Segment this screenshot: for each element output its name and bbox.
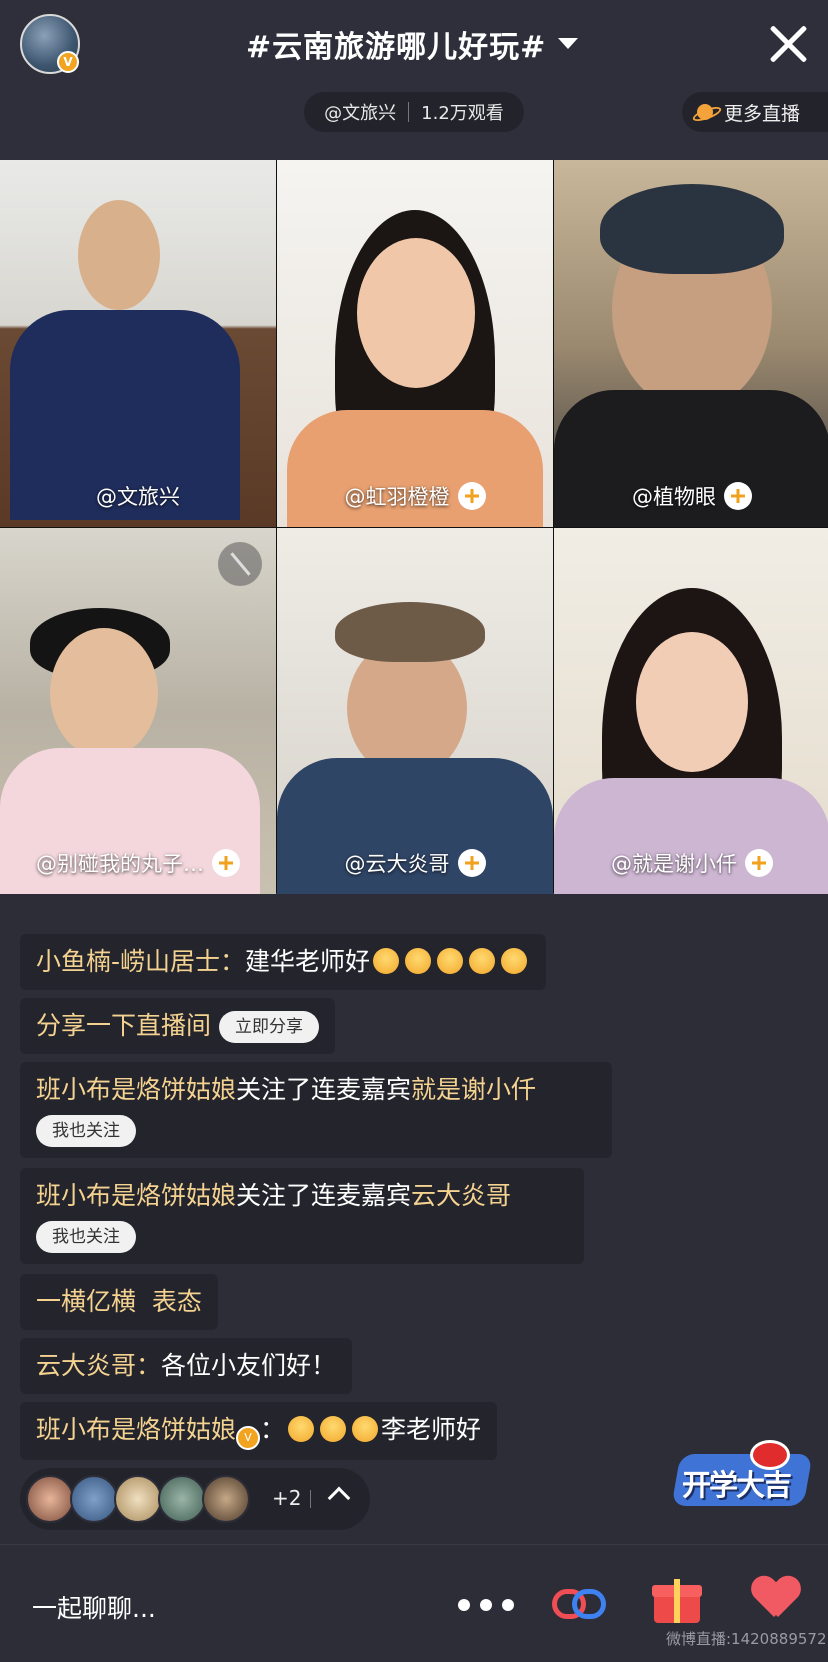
chat-message: 班小布是烙饼姑娘 V： 李老师好 — [20, 1402, 498, 1460]
avatar[interactable] — [70, 1475, 118, 1523]
live-header: V #云南旅游哪儿好玩# @文旅兴 1.2万观看 更多直播 — [0, 0, 828, 160]
viewer-info-pill[interactable]: @文旅兴 1.2万观看 — [304, 92, 524, 132]
chat-target[interactable]: 就是谢小仟 — [411, 1075, 536, 1104]
brand-logo[interactable]: 开学大吉 — [671, 1440, 813, 1514]
gift-icon[interactable] — [652, 1575, 702, 1625]
avatar[interactable] — [158, 1475, 206, 1523]
chat-text: 关注了连麦嘉宾 — [236, 1181, 412, 1210]
participant-label: @虹羽橙橙 — [277, 481, 553, 511]
emoji-icon — [352, 1416, 379, 1442]
chevron-up-icon[interactable] — [327, 1486, 351, 1510]
chat-text: 李老师好 — [381, 1415, 482, 1444]
mic-muted-icon — [218, 542, 262, 586]
follow-plus-icon[interactable] — [724, 482, 752, 510]
participant-label: @文旅兴 — [0, 481, 276, 511]
participant-label: @云大炎哥 — [277, 848, 553, 878]
heart-icon[interactable] — [752, 1577, 800, 1625]
chat-colon: ： — [260, 1415, 286, 1444]
audience-strip[interactable]: +2 — [20, 1468, 370, 1530]
chat-text: 关注了连麦嘉宾 — [236, 1075, 412, 1104]
face — [50, 628, 158, 758]
chat-message: 分享一下直播间 立即分享 — [20, 998, 335, 1054]
chat-text: 建华老师好 — [245, 947, 371, 976]
avatar[interactable] — [114, 1475, 162, 1523]
video-tile-5[interactable]: @云大炎哥 — [277, 528, 553, 894]
live-title[interactable]: #云南旅游哪儿好玩# — [246, 22, 546, 66]
emoji-icon — [437, 948, 464, 974]
more-live-label: 更多直播 — [724, 102, 801, 125]
divider — [310, 1490, 311, 1508]
chat-text: 一横亿横 表态 — [36, 1287, 202, 1316]
chat-user[interactable]: 云大炎哥： — [36, 1351, 161, 1380]
verified-icon: V — [236, 1426, 261, 1450]
chat-text: 分享一下直播间 — [36, 1011, 212, 1040]
face — [357, 238, 475, 388]
participant-handle: @虹羽橙橙 — [344, 485, 450, 509]
video-tile-1[interactable]: @文旅兴 — [0, 160, 276, 527]
emoji-icon — [405, 948, 432, 974]
chat-message: 班小布是烙饼姑娘关注了连麦嘉宾就是谢小仟 我也关注 — [20, 1062, 612, 1158]
audience-extra-count: +2 — [272, 1486, 302, 1510]
hat — [600, 184, 784, 274]
close-icon[interactable] — [766, 22, 810, 66]
verified-icon: V — [57, 51, 79, 73]
emoji-icon — [288, 1416, 315, 1442]
video-tile-6[interactable]: @就是谢小仟 — [554, 528, 828, 894]
face — [636, 632, 748, 772]
watermark: 微博直播:1420889572 — [666, 1630, 827, 1648]
video-grid: @文旅兴 @虹羽橙橙 @植物眼 @别碰我的丸子… @云大炎哥 @就是谢小仟 — [0, 160, 828, 894]
follow-plus-icon[interactable] — [457, 849, 486, 877]
participant-handle: @别碰我的丸子… — [36, 852, 204, 876]
follow-plus-icon[interactable] — [745, 849, 773, 877]
participant-handle: @云大炎哥 — [344, 852, 450, 876]
avatar[interactable] — [202, 1475, 250, 1523]
co-host-link-icon[interactable] — [552, 1581, 608, 1625]
chat-user[interactable]: 班小布是烙饼姑娘 — [36, 1415, 236, 1444]
emoji-icon — [373, 948, 400, 974]
participant-label: @植物眼 — [554, 481, 828, 511]
video-tile-4[interactable]: @别碰我的丸子… — [0, 528, 276, 894]
hat — [335, 602, 485, 662]
follow-too-button[interactable]: 我也关注 — [36, 1115, 136, 1147]
participant-handle: @就是谢小仟 — [611, 852, 737, 876]
face — [78, 200, 160, 310]
host-handle: @文旅兴 — [324, 103, 397, 124]
chat-message: 小鱼楠-崂山居士：建华老师好 — [20, 934, 547, 990]
follow-too-button[interactable]: 我也关注 — [36, 1221, 136, 1253]
chat-feed[interactable]: 小鱼楠-崂山居士：建华老师好 分享一下直播间 立即分享 班小布是烙饼姑娘关注了连… — [0, 894, 828, 1460]
participant-label: @就是谢小仟 — [554, 848, 828, 878]
chat-user[interactable]: 班小布是烙饼姑娘 — [36, 1075, 236, 1104]
video-tile-2[interactable]: @虹羽橙橙 — [277, 160, 553, 527]
participant-label: @别碰我的丸子… — [0, 848, 276, 878]
emoji-icon — [320, 1416, 347, 1442]
participant-handle: @文旅兴 — [96, 485, 180, 509]
chat-user[interactable]: 班小布是烙饼姑娘 — [36, 1181, 236, 1210]
brand-text: 开学大吉 — [682, 1468, 792, 1502]
chat-target[interactable]: 云大炎哥 — [411, 1181, 511, 1210]
chat-input[interactable]: 一起聊聊... — [32, 1589, 156, 1625]
participant-handle: @植物眼 — [632, 485, 716, 509]
planet-icon — [692, 103, 718, 121]
viewer-count: 1.2万观看 — [421, 103, 504, 124]
emoji-icon — [469, 948, 496, 974]
chat-text: 各位小友们好！ — [161, 1351, 337, 1380]
chat-message: 云大炎哥：各位小友们好！ — [20, 1338, 353, 1394]
chat-user[interactable]: 小鱼楠-崂山居士： — [36, 947, 245, 976]
chat-message: 班小布是烙饼姑娘关注了连麦嘉宾云大炎哥 我也关注 — [20, 1168, 584, 1264]
follow-plus-icon[interactable] — [212, 849, 240, 877]
share-now-button[interactable]: 立即分享 — [218, 1011, 319, 1043]
more-live-button[interactable]: 更多直播 — [682, 92, 828, 132]
emoji-icon — [501, 948, 528, 974]
divider — [408, 102, 410, 122]
video-tile-3[interactable]: @植物眼 — [554, 160, 828, 527]
chat-message: 一横亿横 表态 — [20, 1274, 218, 1330]
avatar[interactable] — [26, 1475, 74, 1523]
more-options-icon[interactable] — [458, 1599, 514, 1611]
chevron-down-icon[interactable] — [558, 38, 578, 49]
follow-plus-icon[interactable] — [457, 482, 486, 510]
